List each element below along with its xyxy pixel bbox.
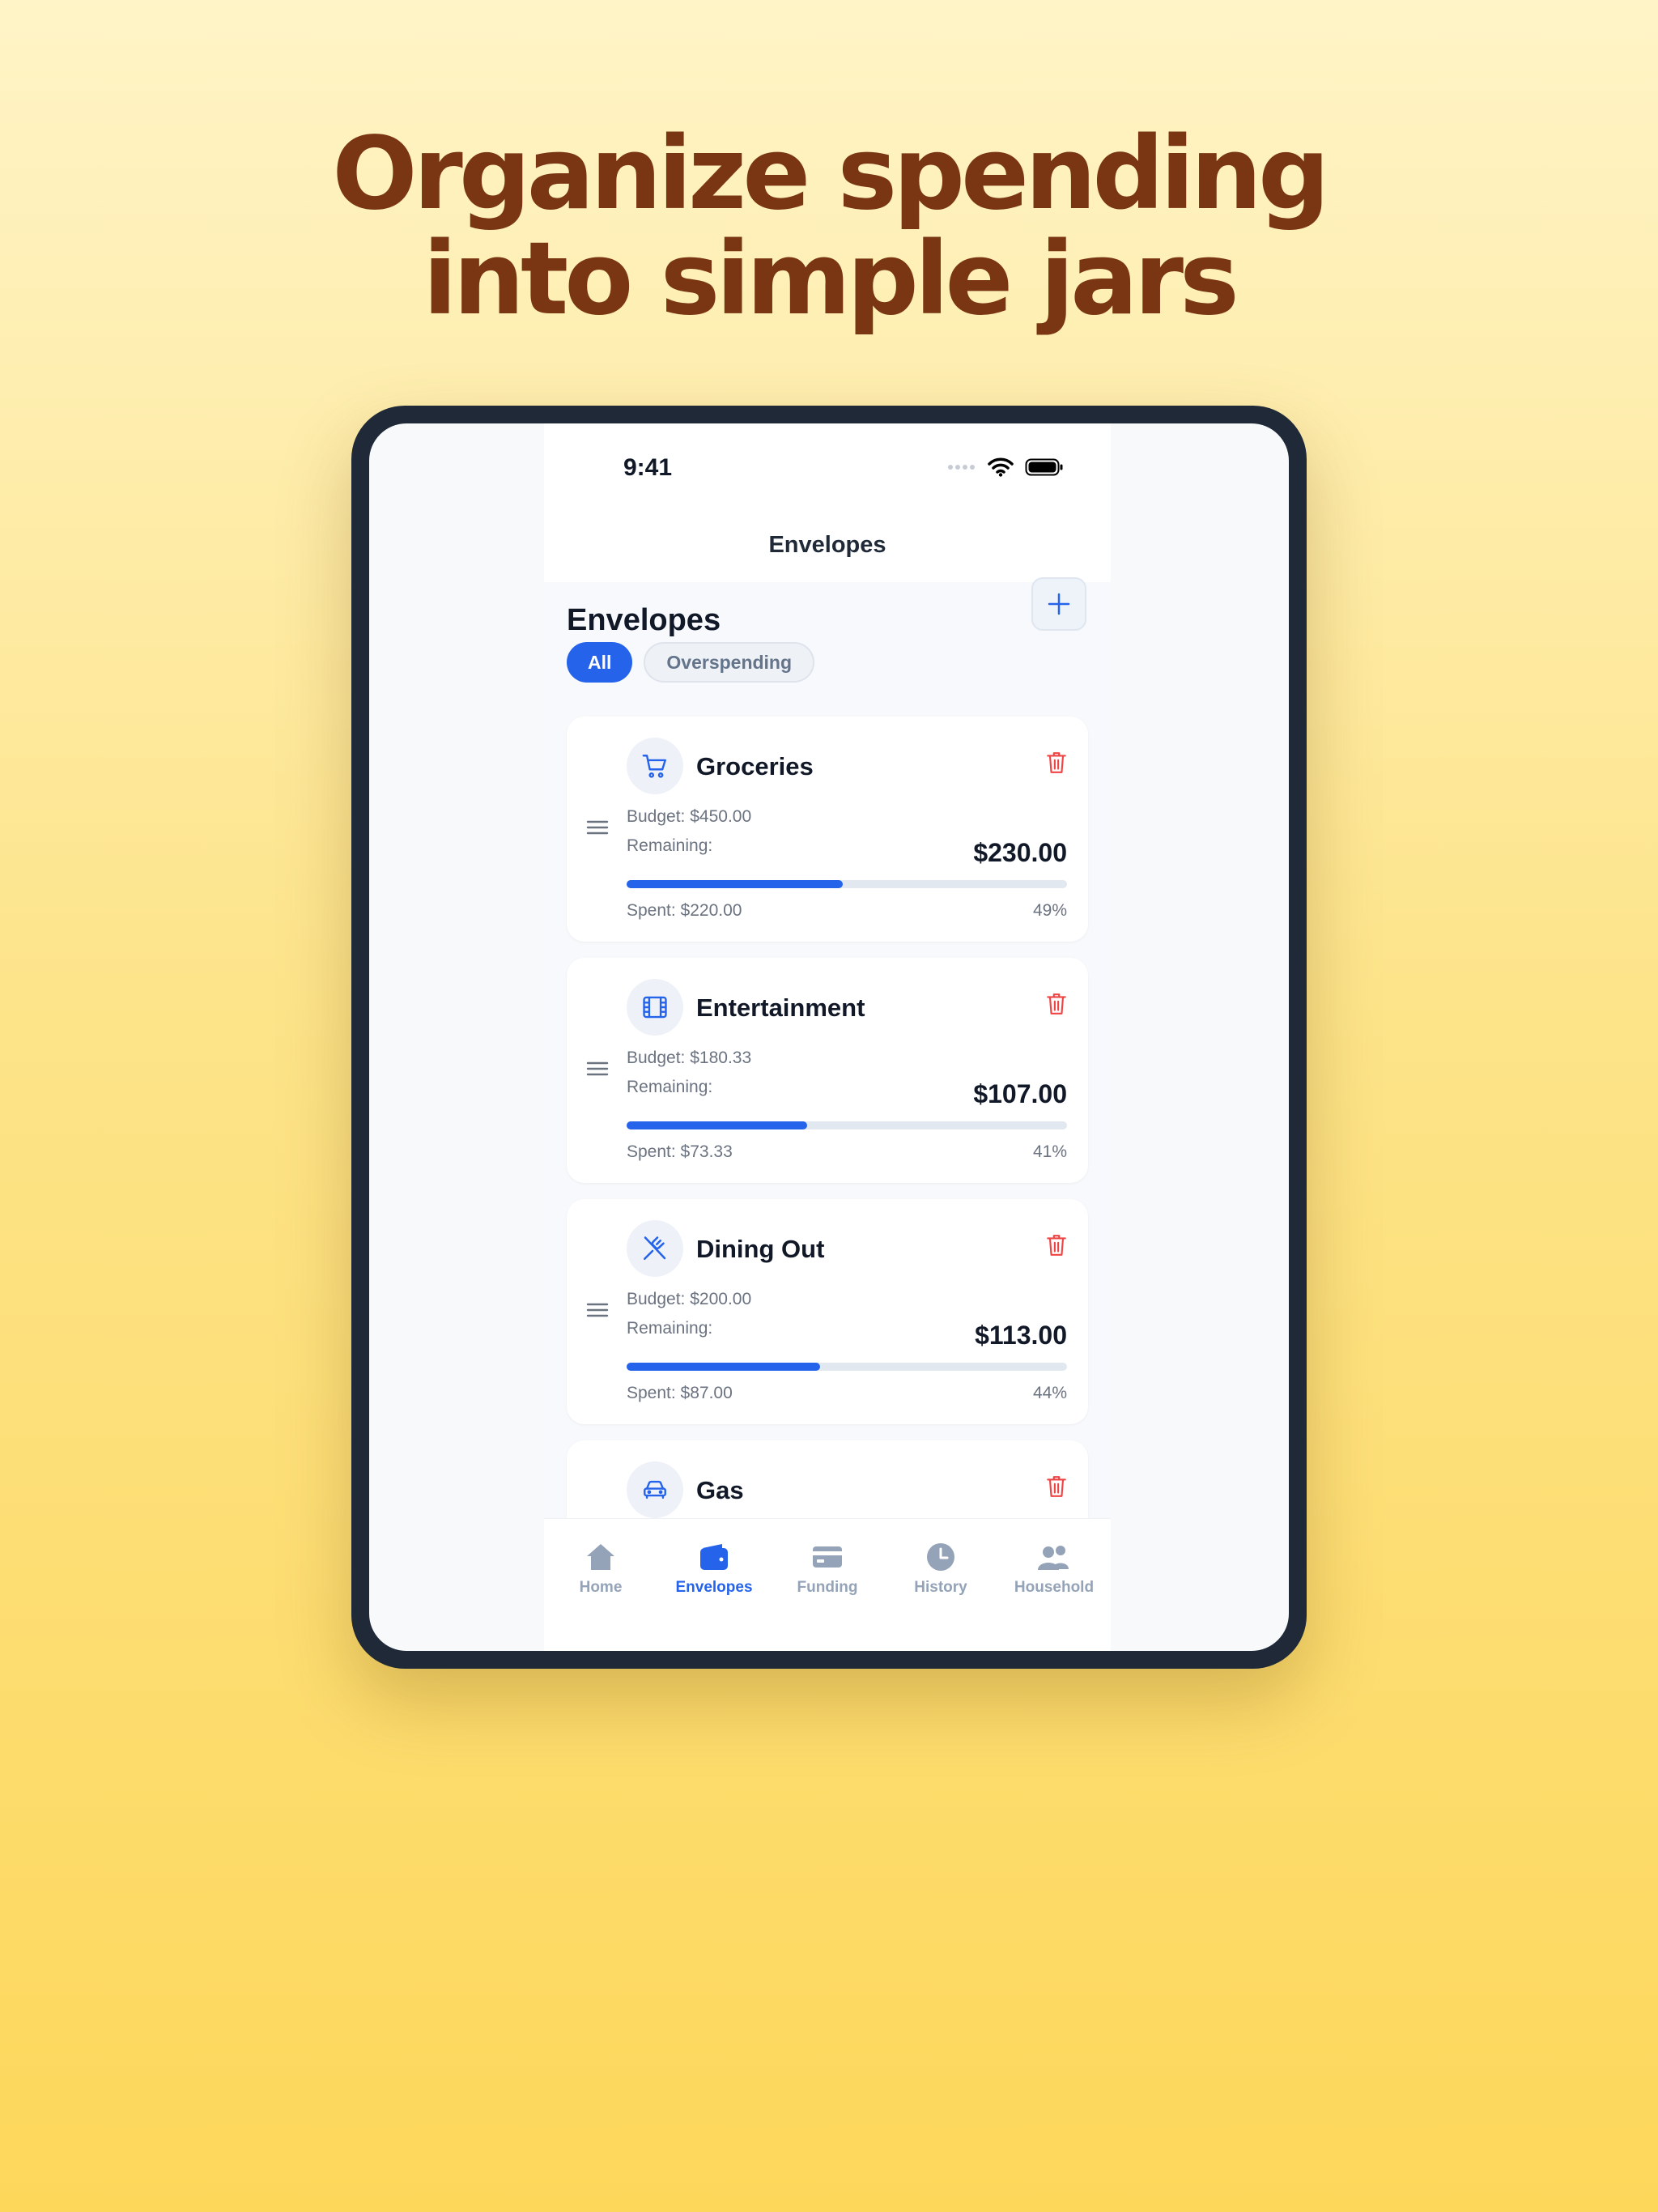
clock-icon xyxy=(927,1543,954,1571)
tab-bar: Home Envelopes Funding History Household xyxy=(544,1518,1111,1651)
drag-handle-icon[interactable] xyxy=(586,819,609,836)
envelope-budget: Budget: $450.00 xyxy=(627,807,752,826)
progress-track xyxy=(627,880,1067,888)
drag-handle-icon[interactable] xyxy=(586,1061,609,1077)
envelope-icon-badge xyxy=(627,1220,683,1277)
remaining-amount: $230.00 xyxy=(973,838,1067,867)
people-icon xyxy=(1038,1546,1069,1570)
spent-amount: Spent: $220.00 xyxy=(627,901,742,920)
status-icons xyxy=(947,457,1064,477)
nav-title: Envelopes xyxy=(768,532,886,558)
tab-envelopes[interactable]: Envelopes xyxy=(657,1540,771,1597)
spent-percent: 49% xyxy=(1032,901,1067,920)
utensils-icon xyxy=(643,1236,666,1261)
remaining-label: Remaining: xyxy=(627,1319,713,1338)
tab-label: History xyxy=(914,1579,967,1596)
status-bar: 9:41 xyxy=(544,423,1111,513)
envelope-card-dining-out[interactable]: Dining Out Budget: $200.00 Remaining: $1… xyxy=(567,1199,1088,1424)
progress-fill xyxy=(627,1363,821,1371)
headline-line-1: Organize spending xyxy=(332,116,1329,232)
envelope-card-entertainment[interactable]: Entertainment Budget: $180.33 Remaining:… xyxy=(567,958,1088,1183)
cart-icon xyxy=(642,755,666,778)
headline-line-2: into simple jars xyxy=(423,221,1239,338)
remaining-label: Remaining: xyxy=(627,1078,713,1096)
tab-label: Home xyxy=(579,1579,623,1596)
envelope-name: Dining Out xyxy=(696,1235,825,1263)
tab-label: Funding xyxy=(797,1579,858,1596)
app-window: 9:41 Envelopes Envelopes All Overspendin… xyxy=(544,423,1111,1651)
spent-amount: Spent: $73.33 xyxy=(627,1142,733,1161)
envelope-name: Gas xyxy=(696,1476,744,1504)
signal-icon xyxy=(948,465,975,470)
trash-icon[interactable] xyxy=(1046,751,1067,775)
tablet-frame: 9:41 Envelopes Envelopes All Overspendin… xyxy=(351,406,1307,1669)
remaining-amount: $107.00 xyxy=(973,1079,1067,1108)
envelope-name: Entertainment xyxy=(696,993,865,1022)
remaining-amount: $113.00 xyxy=(975,1321,1067,1350)
spent-percent: 41% xyxy=(1032,1142,1067,1161)
tab-funding[interactable]: Funding xyxy=(771,1540,884,1597)
battery-icon xyxy=(1025,458,1063,476)
envelope-budget: Budget: $200.00 xyxy=(627,1290,752,1308)
progress-fill xyxy=(627,880,843,888)
filter-chip-all[interactable]: All xyxy=(567,642,633,683)
plus-icon xyxy=(1048,593,1070,615)
envelope-budget: Budget: $180.33 xyxy=(627,1049,752,1067)
wallet-icon xyxy=(700,1544,728,1570)
progress-fill xyxy=(627,1121,808,1129)
page-title: Envelopes xyxy=(567,603,721,637)
tab-home[interactable]: Home xyxy=(544,1540,657,1597)
progress-track xyxy=(627,1121,1067,1129)
envelope-icon-badge xyxy=(627,979,683,1036)
filter-chip-overspending[interactable]: Overspending xyxy=(644,642,815,683)
envelope-icon-badge xyxy=(627,1461,683,1518)
envelope-card-groceries[interactable]: Groceries Budget: $450.00 Remaining: $23… xyxy=(567,717,1088,942)
tab-label: Envelopes xyxy=(675,1579,753,1596)
tab-history[interactable]: History xyxy=(884,1540,997,1597)
tab-household[interactable]: Household xyxy=(997,1540,1111,1597)
home-icon xyxy=(587,1544,614,1570)
envelope-icon-badge xyxy=(627,738,683,794)
spent-percent: 44% xyxy=(1032,1384,1067,1402)
drag-handle-icon[interactable] xyxy=(586,1302,609,1318)
spent-amount: Spent: $87.00 xyxy=(627,1384,733,1402)
envelope-name: Groceries xyxy=(696,752,814,781)
trash-icon[interactable] xyxy=(1046,1474,1067,1499)
trash-icon[interactable] xyxy=(1046,1233,1067,1257)
wifi-icon xyxy=(988,457,1014,477)
tab-label: Household xyxy=(1014,1579,1095,1596)
trash-icon[interactable] xyxy=(1046,992,1067,1016)
add-envelope-button[interactable] xyxy=(1031,577,1086,631)
car-icon xyxy=(644,1480,666,1499)
progress-track xyxy=(627,1363,1067,1371)
card-icon xyxy=(813,1546,842,1568)
status-time: 9:41 xyxy=(623,454,673,481)
marketing-headline: Organize spending into simple jars xyxy=(0,121,1658,332)
filter-chips: All Overspending xyxy=(567,642,815,683)
remaining-label: Remaining: xyxy=(627,836,713,855)
film-icon xyxy=(643,996,667,1019)
tablet-screen: 9:41 Envelopes Envelopes All Overspendin… xyxy=(369,423,1289,1651)
